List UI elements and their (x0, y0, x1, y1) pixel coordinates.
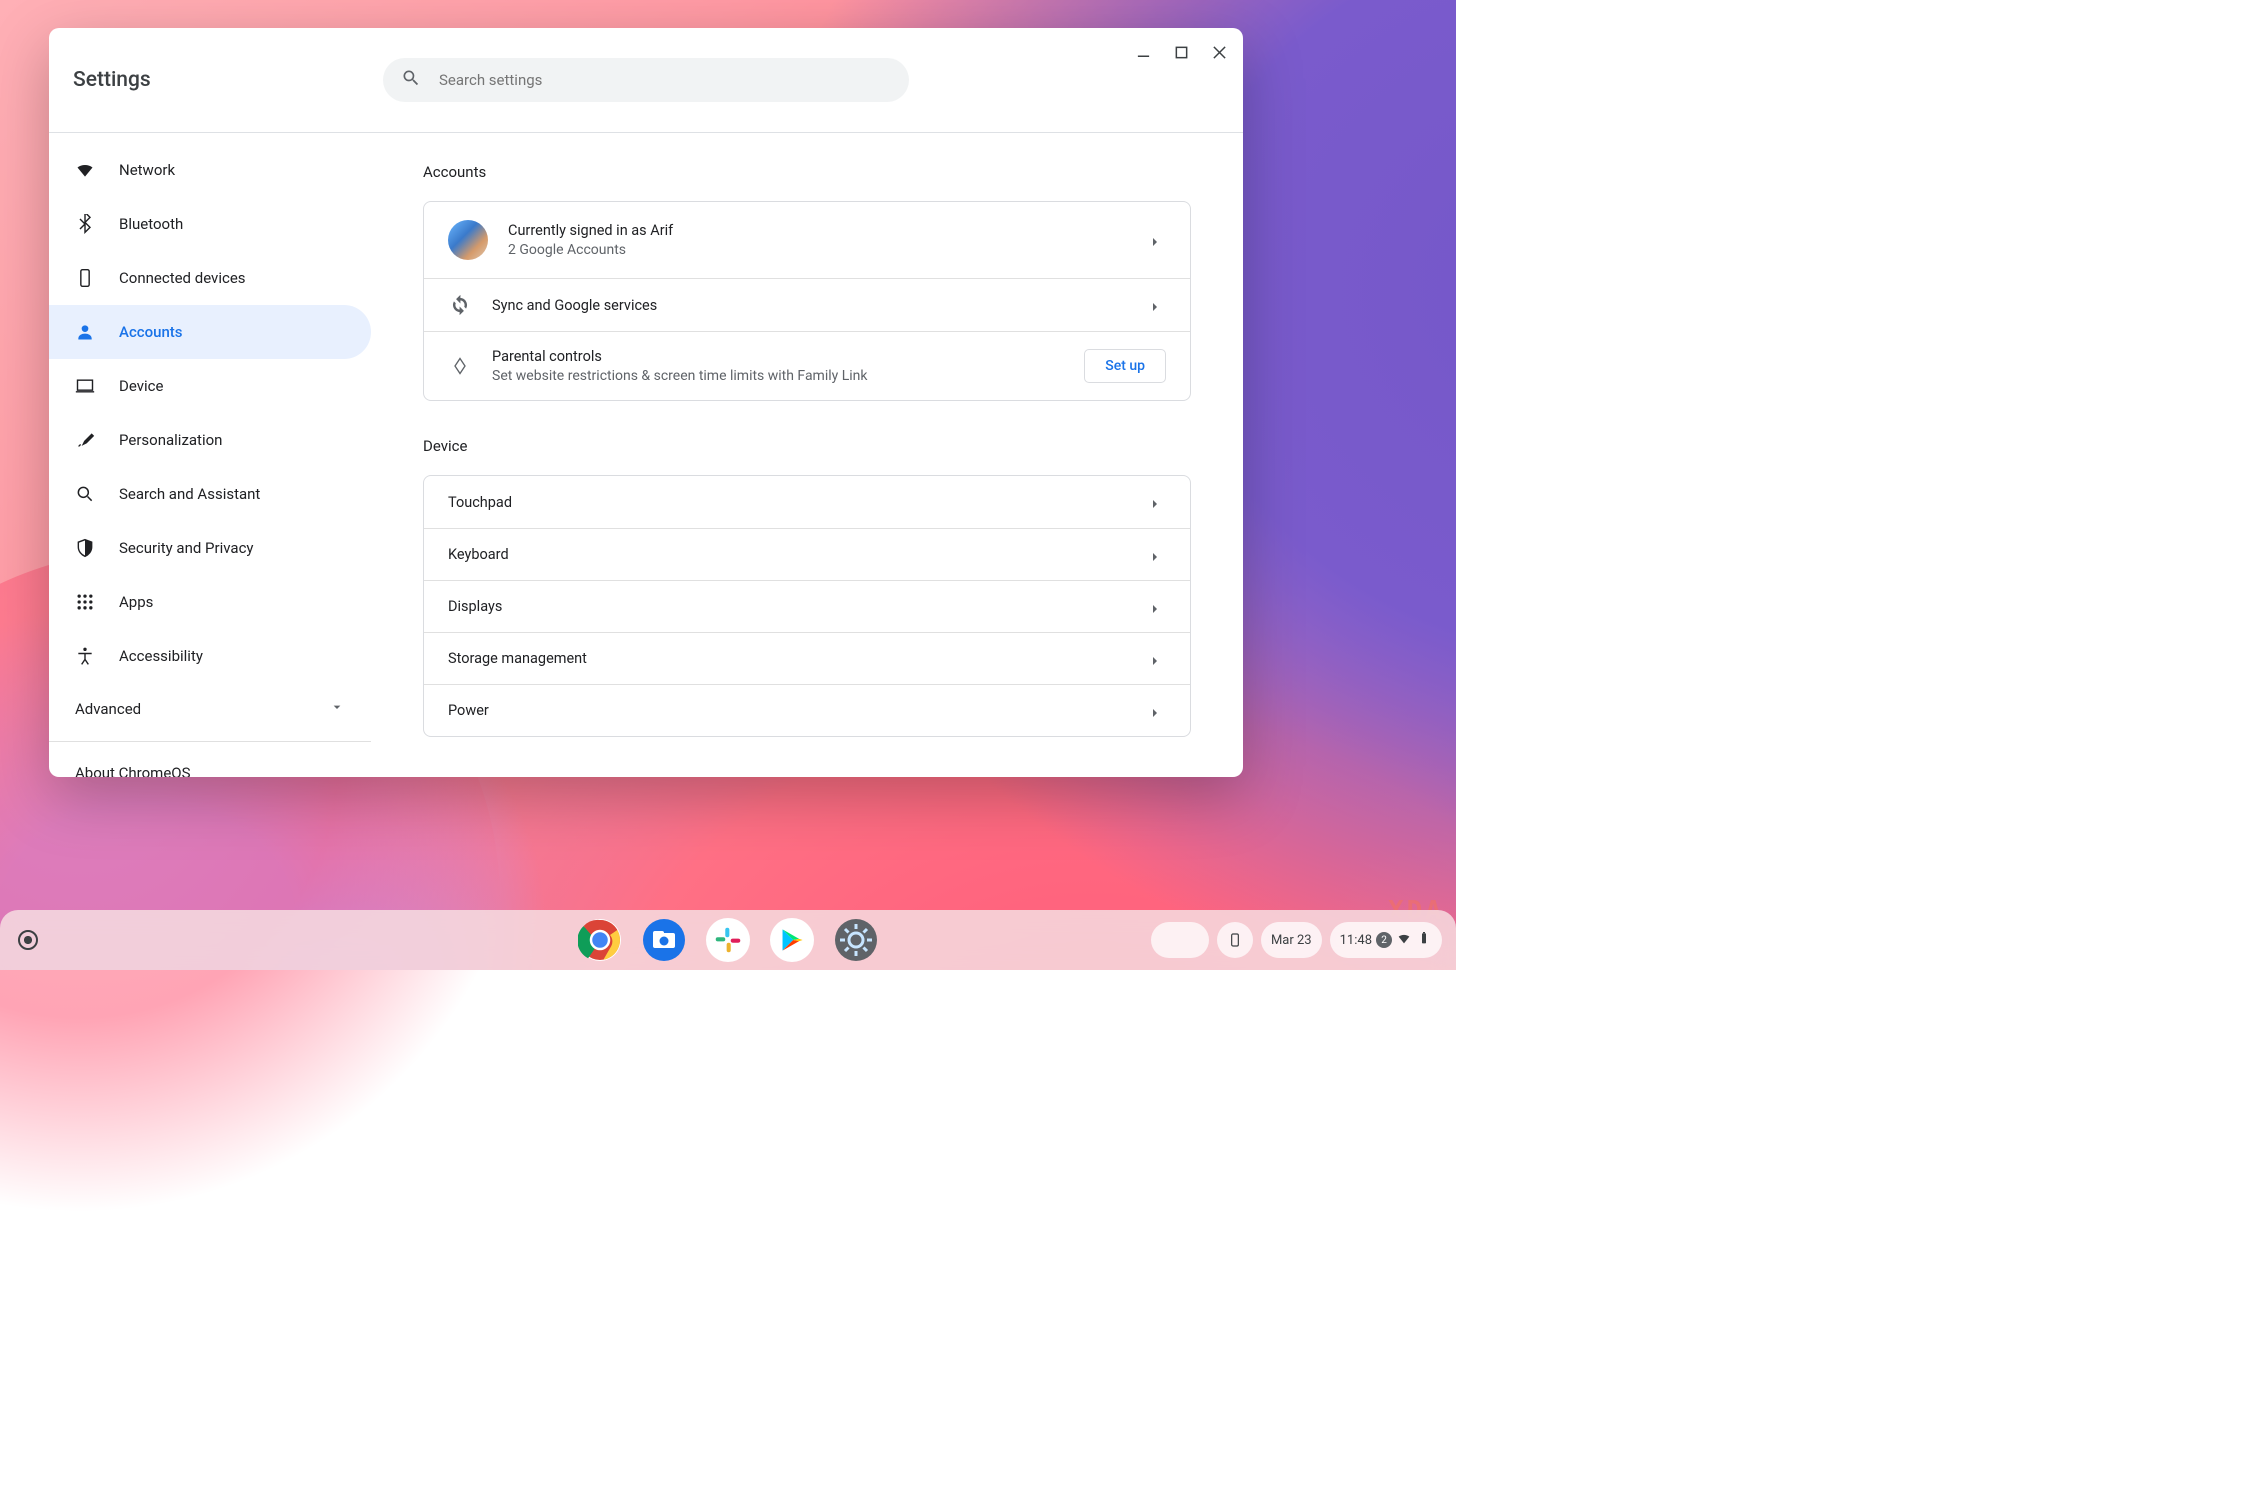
sidebar-item-label: Network (119, 161, 175, 179)
phone-hub-button[interactable] (1217, 922, 1253, 958)
chevron-right-icon (1150, 651, 1166, 667)
row-primary-text: Storage management (448, 650, 1130, 667)
row-primary-text: Parental controls (492, 348, 1064, 365)
row-primary-text: Currently signed in as Arif (508, 222, 1130, 239)
sidebar-divider (49, 741, 371, 742)
row-secondary-text: Set website restrictions & screen time l… (492, 368, 1064, 384)
search-field[interactable] (383, 58, 909, 102)
sidebar-item-bluetooth[interactable]: Bluetooth (49, 197, 371, 251)
system-tray: Mar 23 11:48 2 (1151, 920, 1442, 960)
settings-app-icon[interactable] (834, 918, 878, 962)
sidebar-item-apps[interactable]: Apps (49, 575, 371, 629)
slack-app-icon[interactable] (706, 918, 750, 962)
sidebar-advanced-toggle[interactable]: Advanced (49, 683, 371, 735)
sync-icon (448, 293, 472, 317)
play-store-app-icon[interactable] (770, 918, 814, 962)
search-icon (75, 484, 95, 504)
row-storage-management[interactable]: Storage management (424, 632, 1190, 684)
search-icon (401, 68, 421, 92)
row-touchpad[interactable]: Touchpad (424, 476, 1190, 528)
device-card: Touchpad Keyboard Displays Storage manag… (423, 475, 1191, 737)
sidebar-item-label: Connected devices (119, 269, 246, 287)
chevron-right-icon (1150, 494, 1166, 510)
app-title: Settings (73, 68, 151, 92)
row-primary-text: Keyboard (448, 546, 1130, 563)
apps-grid-icon (75, 592, 95, 612)
sidebar-item-label: Personalization (119, 431, 222, 449)
sidebar-about-chromeos[interactable]: About ChromeOS (49, 748, 371, 777)
row-sync-services[interactable]: Sync and Google services (424, 278, 1190, 331)
sidebar: Network Bluetooth Connected devices Acco… (49, 133, 371, 777)
accounts-card: Currently signed in as Arif 2 Google Acc… (423, 201, 1191, 401)
row-parental-controls: Parental controls Set website restrictio… (424, 331, 1190, 400)
minimize-button[interactable] (1129, 38, 1157, 66)
chevron-right-icon (1150, 297, 1166, 313)
sidebar-item-label: Search and Assistant (119, 485, 260, 503)
chevron-right-icon (1150, 703, 1166, 719)
sidebar-item-label: Device (119, 377, 163, 395)
sidebar-item-label: Accessibility (119, 647, 203, 665)
sidebar-item-connected-devices[interactable]: Connected devices (49, 251, 371, 305)
section-title-accounts: Accounts (423, 163, 1191, 181)
status-tray-button[interactable]: 11:48 2 (1330, 922, 1442, 958)
parental-setup-button[interactable]: Set up (1084, 349, 1166, 383)
notification-badge: 2 (1376, 932, 1392, 948)
row-secondary-text: 2 Google Accounts (508, 242, 1130, 258)
shelf-date: Mar 23 (1271, 933, 1312, 948)
launcher-button[interactable] (18, 930, 38, 950)
shelf: Mar 23 11:48 2 (0, 910, 1456, 970)
sidebar-item-search-assistant[interactable]: Search and Assistant (49, 467, 371, 521)
sidebar-item-device[interactable]: Device (49, 359, 371, 413)
account-avatar (448, 220, 488, 260)
sidebar-item-label: Accounts (119, 323, 183, 341)
sidebar-item-personalization[interactable]: Personalization (49, 413, 371, 467)
brush-icon (75, 430, 95, 450)
search-input[interactable] (439, 71, 891, 89)
settings-main-content: Accounts Currently signed in as Arif 2 G… (371, 133, 1243, 777)
sidebar-item-accessibility[interactable]: Accessibility (49, 629, 371, 683)
window-titlebar: Settings (49, 28, 1243, 133)
sidebar-item-security[interactable]: Security and Privacy (49, 521, 371, 575)
laptop-icon (75, 376, 95, 396)
sidebar-item-network[interactable]: Network (49, 143, 371, 197)
shelf-pinned-apps (578, 918, 878, 962)
row-primary-text: Power (448, 702, 1130, 719)
shelf-time: 11:48 (1340, 933, 1372, 948)
chevron-down-icon (329, 699, 345, 719)
chrome-app-icon[interactable] (578, 918, 622, 962)
row-primary-text: Displays (448, 598, 1130, 615)
sidebar-item-label: Security and Privacy (119, 539, 254, 557)
bluetooth-icon (75, 214, 95, 234)
sidebar-item-accounts[interactable]: Accounts (49, 305, 371, 359)
phone-icon (75, 268, 95, 288)
maximize-button[interactable] (1167, 38, 1195, 66)
close-button[interactable] (1205, 38, 1233, 66)
row-current-account[interactable]: Currently signed in as Arif 2 Google Acc… (424, 202, 1190, 278)
row-primary-text: Sync and Google services (492, 297, 1130, 314)
wifi-status-icon (1396, 930, 1412, 950)
tote-tray-button[interactable] (1151, 922, 1209, 958)
row-displays[interactable]: Displays (424, 580, 1190, 632)
advanced-label: Advanced (75, 700, 141, 718)
shield-icon (75, 538, 95, 558)
row-power[interactable]: Power (424, 684, 1190, 736)
chevron-right-icon (1150, 599, 1166, 615)
accessibility-icon (75, 646, 95, 666)
settings-window: Settings Network (49, 28, 1243, 777)
family-link-icon (448, 354, 472, 378)
wifi-icon (75, 160, 95, 180)
calendar-tray-button[interactable]: Mar 23 (1261, 922, 1322, 958)
row-primary-text: Touchpad (448, 494, 1130, 511)
sidebar-item-label: Apps (119, 593, 153, 611)
battery-status-icon (1416, 930, 1432, 950)
sidebar-item-label: Bluetooth (119, 215, 183, 233)
chevron-right-icon (1150, 232, 1166, 248)
person-icon (75, 322, 95, 342)
window-controls (1129, 38, 1233, 66)
files-app-icon[interactable] (642, 918, 686, 962)
chevron-right-icon (1150, 547, 1166, 563)
row-keyboard[interactable]: Keyboard (424, 528, 1190, 580)
section-title-device: Device (423, 437, 1191, 455)
